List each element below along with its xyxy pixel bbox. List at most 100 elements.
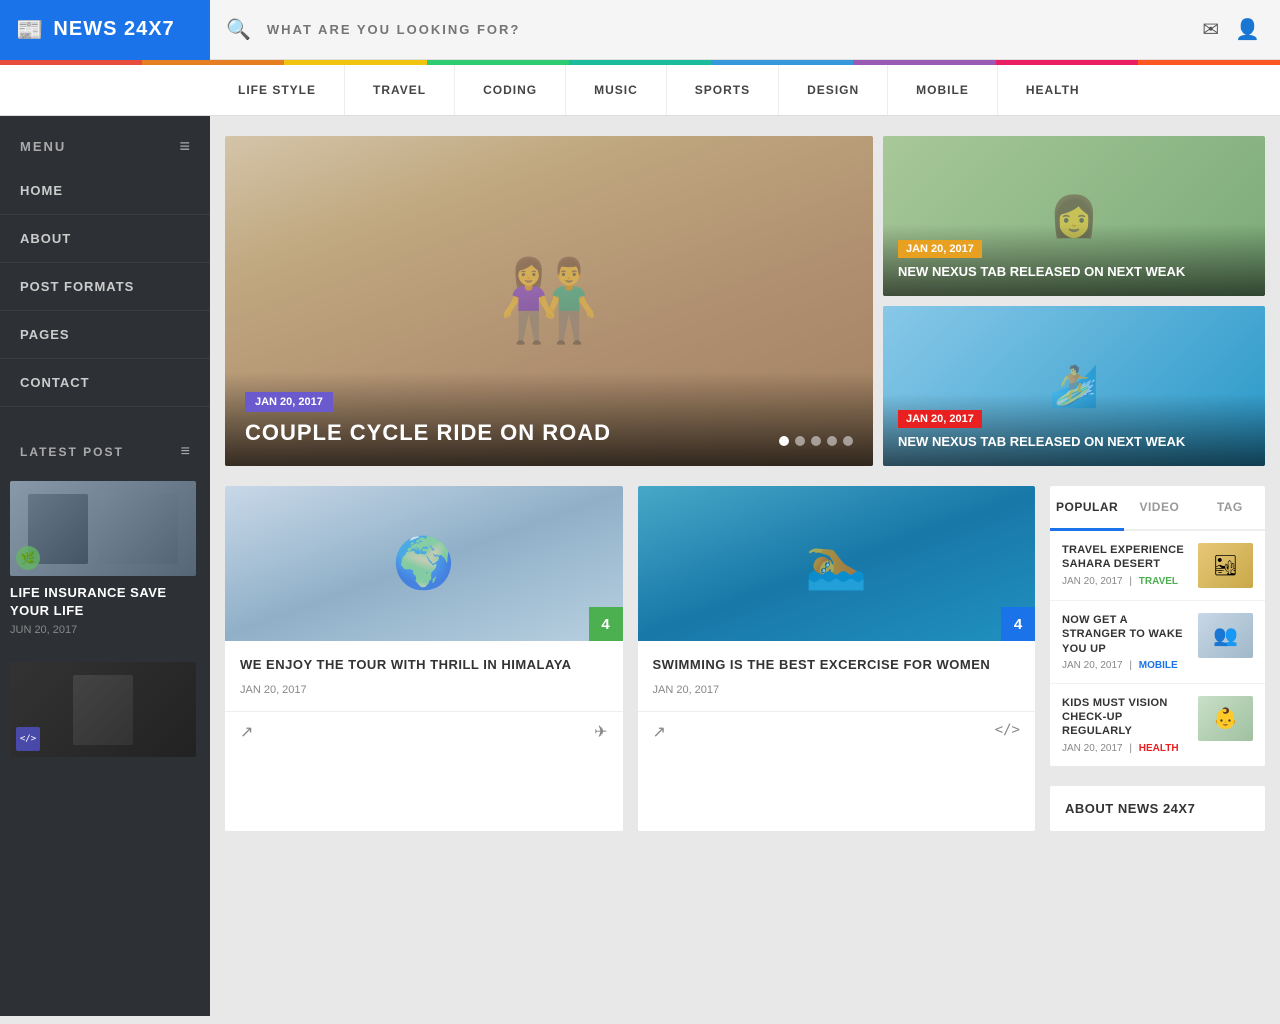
tab-popular[interactable]: POPULAR bbox=[1050, 486, 1124, 531]
mail-icon[interactable]: ✉ bbox=[1202, 17, 1219, 42]
tab-item-3-title: KIDS MUST VISION CHECK-UP REGULARLY bbox=[1062, 696, 1188, 739]
hero-dot-1[interactable] bbox=[779, 436, 789, 446]
article-1-title: WE ENJOY THE TOUR WITH THRILL IN HIMALAY… bbox=[240, 656, 608, 674]
hero-side-card-1[interactable]: 👩 JAN 20, 2017 NEW NEXUS TAB RELEASED ON… bbox=[883, 136, 1265, 296]
tab-item-1-img: 🏜 bbox=[1198, 543, 1253, 588]
hero-side-date-2: JAN 20, 2017 bbox=[898, 410, 982, 428]
post-1-badge: 🌿 bbox=[16, 546, 40, 570]
tab-item-2-category: MOBILE bbox=[1139, 660, 1178, 671]
article-2-body: SWIMMING IS THE BEST EXCERCISE FOR WOMEN… bbox=[638, 641, 1036, 711]
nav-bar: LIFE STYLE TRAVEL CODING MUSIC SPORTS DE… bbox=[0, 65, 1280, 116]
tab-video[interactable]: VIDEO bbox=[1124, 486, 1194, 529]
article-2-badge: 4 bbox=[1001, 607, 1035, 641]
tab-item-2-content: NOW GET A STRANGER TO WAKE YOU UP JAN 20… bbox=[1062, 613, 1188, 671]
tab-item-3-img: 👶 bbox=[1198, 696, 1253, 741]
sidebar-latest-header: LATEST POST ≡ bbox=[0, 427, 210, 473]
sidebar-post-2-img: </> bbox=[10, 662, 196, 757]
nav-item-health[interactable]: HEALTH bbox=[998, 65, 1108, 115]
user-icon[interactable]: 👤 bbox=[1235, 17, 1260, 42]
tab-item-2-date: JAN 20, 2017 bbox=[1062, 660, 1123, 671]
article-2-title: SWIMMING IS THE BEST EXCERCISE FOR WOMEN bbox=[653, 656, 1021, 674]
article-1-img: 🌍 4 bbox=[225, 486, 623, 641]
menu-label: MENU bbox=[20, 139, 66, 154]
tab-item-1-title: TRAVEL EXPERIENCE SAHARA DESERT bbox=[1062, 543, 1188, 572]
hero-section: 👫 JAN 20, 2017 COUPLE CYCLE RIDE ON ROAD bbox=[225, 136, 1265, 466]
sidebar-right: POPULAR VIDEO TAG TRAVEL EXPERIENCE SAHA… bbox=[1050, 486, 1265, 831]
nav-item-sports[interactable]: SPORTS bbox=[667, 65, 779, 115]
sidebar-post-2[interactable]: </> bbox=[0, 654, 210, 765]
tab-item-1-category: TRAVEL bbox=[1139, 576, 1178, 587]
hero-dots bbox=[779, 436, 853, 446]
tab-item-2-meta: JAN 20, 2017 | MOBILE bbox=[1062, 660, 1188, 671]
hero-side-card-2-overlay: JAN 20, 2017 NEW NEXUS TAB RELEASED ON N… bbox=[883, 394, 1265, 466]
bookmark-icon-1[interactable]: ✈ bbox=[594, 722, 607, 742]
nav-item-mobile[interactable]: MOBILE bbox=[888, 65, 998, 115]
hero-main-title: COUPLE CYCLE RIDE ON ROAD bbox=[245, 420, 853, 446]
search-icon[interactable]: 🔍 bbox=[226, 17, 251, 42]
article-2-date: JAN 20, 2017 bbox=[653, 684, 1021, 696]
tab-item-3[interactable]: KIDS MUST VISION CHECK-UP REGULARLY JAN … bbox=[1050, 684, 1265, 766]
sidebar-nav-item-pages[interactable]: PAGES bbox=[0, 311, 210, 359]
tab-item-1-content: TRAVEL EXPERIENCE SAHARA DESERT JAN 20, … bbox=[1062, 543, 1188, 587]
content-area: 👫 JAN 20, 2017 COUPLE CYCLE RIDE ON ROAD bbox=[210, 116, 1280, 1016]
share-icon-2[interactable]: ↗ bbox=[653, 722, 666, 742]
nav-item-travel[interactable]: TRAVEL bbox=[345, 65, 455, 115]
article-card-1: 🌍 4 WE ENJOY THE TOUR WITH THRILL IN HIM… bbox=[225, 486, 623, 831]
hero-main-date: JAN 20, 2017 bbox=[245, 392, 333, 412]
nav-item-coding[interactable]: CODING bbox=[455, 65, 566, 115]
tab-item-3-category: HEALTH bbox=[1139, 743, 1179, 754]
tab-item-3-date: JAN 20, 2017 bbox=[1062, 743, 1123, 754]
nav-item-lifestyle[interactable]: LIFE STYLE bbox=[210, 65, 345, 115]
tab-tag[interactable]: TAG bbox=[1195, 486, 1265, 529]
sidebar-post-1-title: LIFE INSURANCE SAVE YOUR LIFE bbox=[10, 584, 200, 620]
hero-dot-3[interactable] bbox=[811, 436, 821, 446]
sidebar-logo: 📰 NEWS 24X7 bbox=[0, 0, 210, 60]
article-2-footer: ↗ </> bbox=[638, 711, 1036, 752]
article-2-img: 🏊 4 bbox=[638, 486, 1036, 641]
hero-main: 👫 JAN 20, 2017 COUPLE CYCLE RIDE ON ROAD bbox=[225, 136, 873, 466]
search-input[interactable] bbox=[267, 22, 1186, 37]
tab-item-2[interactable]: NOW GET A STRANGER TO WAKE YOU UP JAN 20… bbox=[1050, 601, 1265, 684]
menu-hamburger-icon[interactable]: ≡ bbox=[179, 136, 190, 157]
hero-side-card-2[interactable]: 🏄 JAN 20, 2017 NEW NEXUS TAB RELEASED ON… bbox=[883, 306, 1265, 466]
sidebar-left: MENU ≡ HOME ABOUT POST FORMATS PAGES CON… bbox=[0, 116, 210, 1016]
hero-side-title-1: NEW NEXUS TAB RELEASED ON NEXT WEAK bbox=[898, 264, 1250, 281]
nav-item-design[interactable]: DESIGN bbox=[779, 65, 888, 115]
sidebar-menu-header: MENU ≡ bbox=[0, 116, 210, 167]
code-icon-2[interactable]: </> bbox=[995, 722, 1020, 742]
article-card-2: 🏊 4 SWIMMING IS THE BEST EXCERCISE FOR W… bbox=[638, 486, 1036, 831]
article-1-date: JAN 20, 2017 bbox=[240, 684, 608, 696]
sidebar-post-1-img: 🌿 bbox=[10, 481, 196, 576]
about-title: ABOUT NEWS 24X7 bbox=[1065, 801, 1250, 816]
header: 📰 NEWS 24X7 🔍 ✉ 👤 bbox=[0, 0, 1280, 60]
hero-side-card-1-overlay: JAN 20, 2017 NEW NEXUS TAB RELEASED ON N… bbox=[883, 224, 1265, 296]
nav-item-music[interactable]: MUSIC bbox=[566, 65, 667, 115]
sidebar-post-1-date: JUN 20, 2017 bbox=[10, 624, 200, 636]
hero-dot-2[interactable] bbox=[795, 436, 805, 446]
hero-side-date-1: JAN 20, 2017 bbox=[898, 240, 982, 258]
latest-post-label: LATEST POST bbox=[20, 445, 124, 459]
share-icon-1[interactable]: ↗ bbox=[240, 722, 253, 742]
post-2-badge: </> bbox=[16, 727, 40, 751]
sidebar-post-1[interactable]: 🌿 LIFE INSURANCE SAVE YOUR LIFE JUN 20, … bbox=[0, 473, 210, 644]
article-cards: 🌍 4 WE ENJOY THE TOUR WITH THRILL IN HIM… bbox=[225, 486, 1035, 831]
sidebar-nav-item-contact[interactable]: CONTACT bbox=[0, 359, 210, 407]
logo-icon: 📰 bbox=[16, 17, 43, 43]
about-widget: ABOUT NEWS 24X7 bbox=[1050, 786, 1265, 831]
article-1-badge: 4 bbox=[589, 607, 623, 641]
tabs-widget: POPULAR VIDEO TAG TRAVEL EXPERIENCE SAHA… bbox=[1050, 486, 1265, 766]
tabs-header: POPULAR VIDEO TAG bbox=[1050, 486, 1265, 531]
tab-item-2-img: 👥 bbox=[1198, 613, 1253, 658]
tab-item-1-date: JAN 20, 2017 bbox=[1062, 576, 1123, 587]
tab-item-1-meta: JAN 20, 2017 | TRAVEL bbox=[1062, 576, 1188, 587]
latest-post-icon: ≡ bbox=[181, 443, 190, 461]
sidebar-nav-item-post-formats[interactable]: POST FORMATS bbox=[0, 263, 210, 311]
tab-item-3-content: KIDS MUST VISION CHECK-UP REGULARLY JAN … bbox=[1062, 696, 1188, 754]
logo-text: NEWS 24X7 bbox=[53, 18, 174, 41]
sidebar-nav-item-about[interactable]: ABOUT bbox=[0, 215, 210, 263]
main-layout: MENU ≡ HOME ABOUT POST FORMATS PAGES CON… bbox=[0, 116, 1280, 1016]
sidebar-nav-item-home[interactable]: HOME bbox=[0, 167, 210, 215]
hero-dot-5[interactable] bbox=[843, 436, 853, 446]
hero-dot-4[interactable] bbox=[827, 436, 837, 446]
tab-item-1[interactable]: TRAVEL EXPERIENCE SAHARA DESERT JAN 20, … bbox=[1050, 531, 1265, 601]
